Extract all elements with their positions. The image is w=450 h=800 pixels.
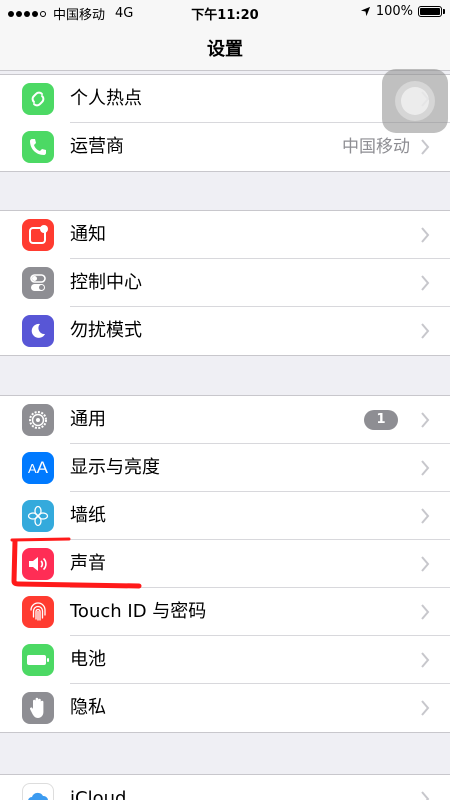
chevron-right-icon xyxy=(421,791,430,800)
annotation-highlight xyxy=(10,537,142,589)
row-label: 墙纸 xyxy=(70,505,106,526)
row-label: 运营商 xyxy=(70,136,124,157)
assistive-touch-button[interactable] xyxy=(382,69,448,133)
settings-group-notifications: 通知 控制中心 勿扰模式 xyxy=(0,210,450,356)
location-arrow-icon xyxy=(360,6,370,17)
row-wallpaper[interactable]: 墙纸 xyxy=(0,492,450,540)
row-general[interactable]: 通用 1 xyxy=(0,396,450,444)
row-display-brightness[interactable]: AA 显示与亮度 xyxy=(0,444,450,492)
row-label: 电池 xyxy=(70,649,106,670)
row-label: 控制中心 xyxy=(70,272,142,293)
chevron-right-icon xyxy=(421,275,430,291)
row-label: 隐私 xyxy=(70,697,106,718)
display-icon: AA xyxy=(22,452,54,484)
fingerprint-icon xyxy=(22,596,54,628)
row-carrier[interactable]: 运营商 中国移动 xyxy=(0,123,450,171)
row-icloud[interactable]: iCloud xyxy=(0,775,450,800)
hotspot-icon xyxy=(22,83,54,115)
battery-percent: 100% xyxy=(375,4,413,19)
navigation-bar: 设置 xyxy=(0,24,450,71)
hand-icon xyxy=(22,692,54,724)
row-label: 显示与亮度 xyxy=(70,457,160,478)
notification-icon xyxy=(22,219,54,251)
settings-screen: 中国移动 4G 下午11:20 100% 设置 个人热点 运营商 中国移动 通知… xyxy=(0,0,450,800)
chevron-right-icon xyxy=(421,227,430,243)
chevron-right-icon xyxy=(421,652,430,668)
icloud-icon xyxy=(22,783,54,800)
row-do-not-disturb[interactable]: 勿扰模式 xyxy=(0,307,450,355)
row-label: Touch ID 与密码 xyxy=(70,601,207,622)
status-bar: 中国移动 4G 下午11:20 100% xyxy=(0,0,450,24)
row-label: 通知 xyxy=(70,224,106,245)
battery-icon xyxy=(22,644,54,676)
settings-group-accounts: iCloud xyxy=(0,774,450,800)
row-label: 勿扰模式 xyxy=(70,320,142,341)
chevron-right-icon xyxy=(421,460,430,476)
page-title: 设置 xyxy=(207,39,243,60)
gear-icon xyxy=(22,404,54,436)
row-label: 个人热点 xyxy=(70,88,142,109)
chevron-right-icon xyxy=(421,323,430,339)
control-center-icon xyxy=(22,267,54,299)
row-privacy[interactable]: 隐私 xyxy=(0,684,450,732)
moon-icon xyxy=(22,315,54,347)
chevron-right-icon xyxy=(421,556,430,572)
chevron-right-icon xyxy=(421,412,430,428)
wallpaper-icon xyxy=(22,500,54,532)
row-notifications[interactable]: 通知 xyxy=(0,211,450,259)
chevron-right-icon xyxy=(421,700,430,716)
chevron-right-icon xyxy=(421,508,430,524)
row-control-center[interactable]: 控制中心 xyxy=(0,259,450,307)
row-label: iCloud xyxy=(70,788,127,800)
battery-indicator-icon xyxy=(418,6,445,17)
chevron-right-icon xyxy=(421,604,430,620)
status-right: 100% xyxy=(360,4,445,19)
row-battery[interactable]: 电池 xyxy=(0,636,450,684)
row-label: 通用 xyxy=(70,409,106,430)
update-count-badge: 1 xyxy=(364,410,398,430)
phone-icon xyxy=(22,131,54,163)
row-touch-id-passcode[interactable]: Touch ID 与密码 xyxy=(0,588,450,636)
chevron-right-icon xyxy=(421,139,430,155)
